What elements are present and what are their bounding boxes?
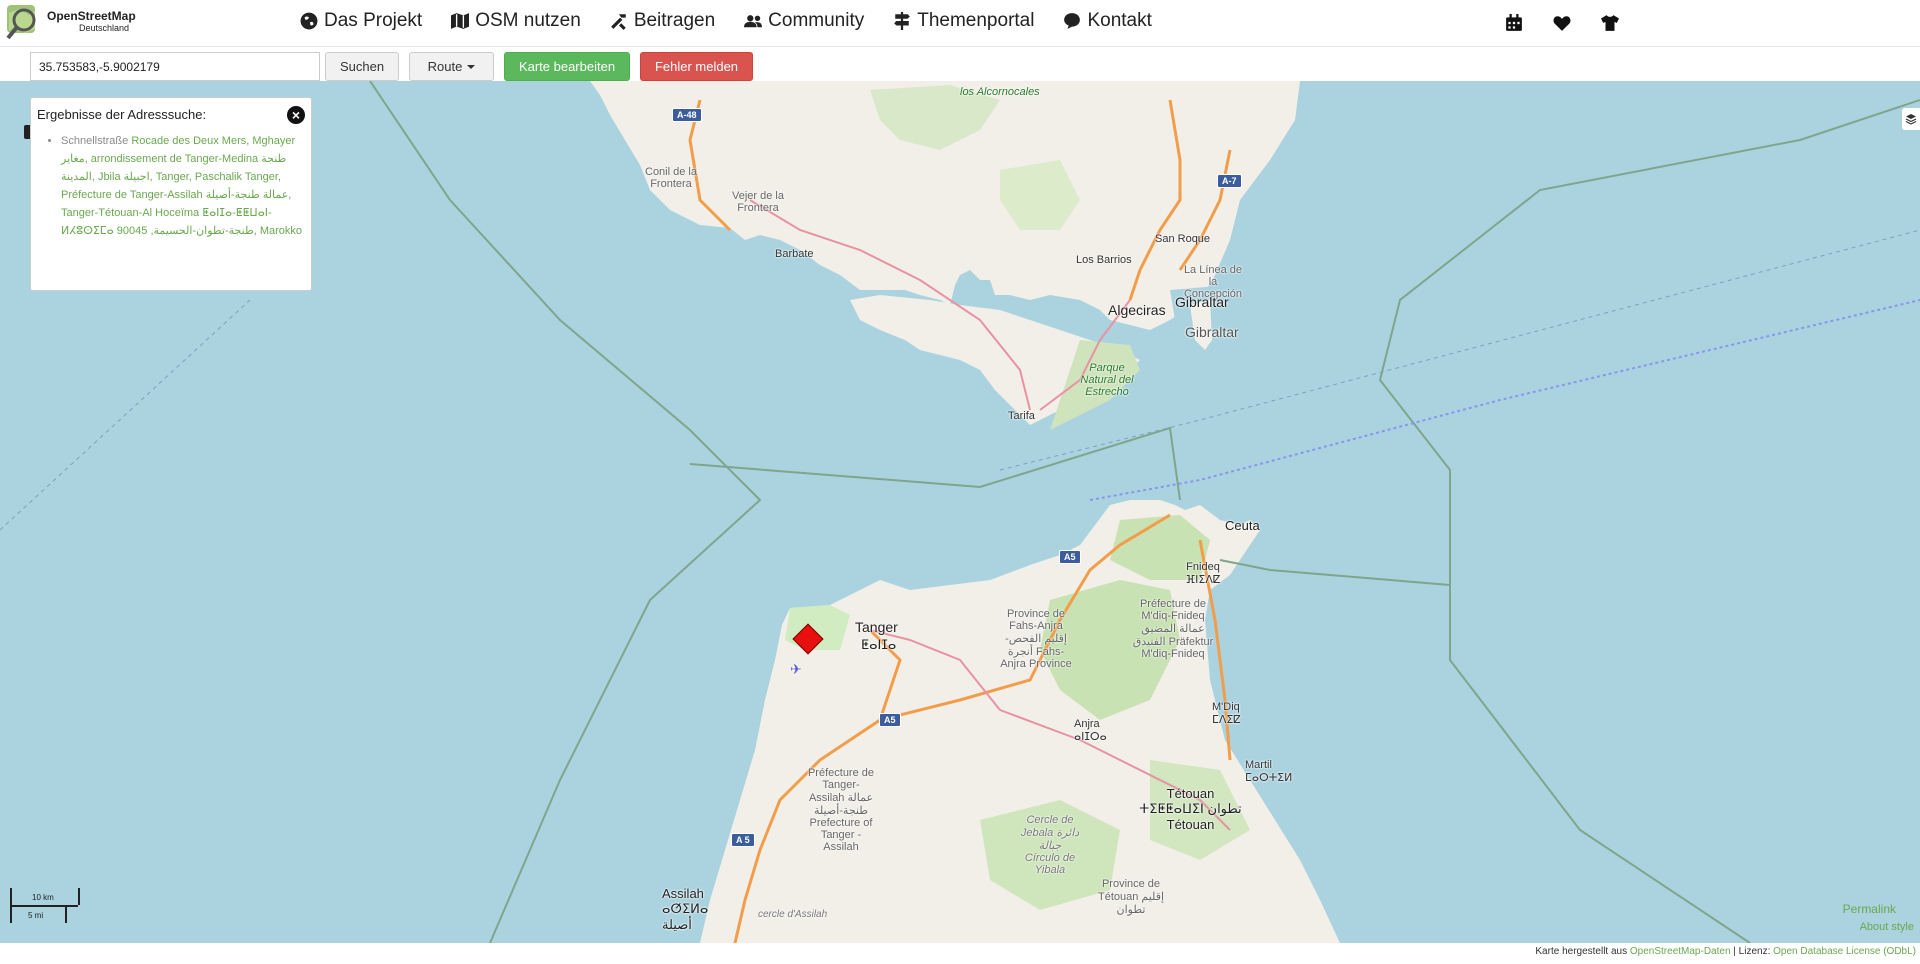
- search-input[interactable]: [30, 52, 320, 81]
- calendar-icon[interactable]: [1505, 14, 1523, 37]
- map-label-assilah: Assilah ⴰⵚⵉⵍⴰ أصيلة: [662, 886, 709, 932]
- nav-das-projekt[interactable]: Das Projekt: [300, 10, 422, 32]
- globe-icon: [300, 12, 318, 30]
- heart-icon[interactable]: [1553, 14, 1571, 37]
- permalink-link[interactable]: Permalink: [1843, 902, 1896, 916]
- map-label-tetouan: Tétouan ⵜⵉⵟⵟⴰⵡⵉⵏ تطوان Tétouan: [1139, 786, 1242, 832]
- map-label-prefecture-tanger: Préfecture de Tanger-Assilah عمالة طنجة-…: [807, 767, 875, 853]
- nav-community[interactable]: Community: [744, 10, 864, 32]
- search-results-panel: Ergebnisse der Adresssuche: × Schnellstr…: [30, 97, 312, 291]
- layers-icon[interactable]: [1902, 108, 1920, 130]
- map-label-fnideq: Fnideq ⴼⵏⵉⴷⵇ: [1185, 561, 1221, 586]
- results-list: Schnellstraße Rocade des Deux Mers, Mgha…: [37, 132, 305, 240]
- about-style-link[interactable]: About style: [1860, 921, 1914, 933]
- report-error-button[interactable]: Fehler melden: [640, 52, 753, 81]
- right-icons: [1505, 14, 1619, 37]
- map-label-cercle-assilah: cercle d'Assilah: [758, 909, 828, 920]
- search-bar: Suchen Route Karte bearbeiten Fehler mel…: [0, 47, 1920, 81]
- route-label: Route: [427, 59, 463, 74]
- close-icon[interactable]: ×: [287, 106, 305, 124]
- map-label-tanger: Tanger: [855, 619, 898, 635]
- nav-kontakt[interactable]: Kontakt: [1063, 10, 1152, 32]
- map-label-tanger-tifinagh: ⵟⴰⵏⵊⴰ: [861, 637, 897, 652]
- road-shield-a5-middle: A5: [879, 713, 901, 727]
- result-type: Schnellstraße: [61, 135, 132, 147]
- nav-label: Community: [768, 10, 865, 31]
- nav-osm-nutzen[interactable]: OSM nutzen: [451, 10, 581, 32]
- edit-map-button[interactable]: Karte bearbeiten: [504, 52, 630, 81]
- map-label-martil: Martil ⵎⴰⵔⵜⵉⵍ: [1245, 759, 1293, 784]
- map-label-conil: Conil de la Frontera: [645, 166, 697, 190]
- map-label-mdiq: M'Diq ⵎⴷⵉⵇ: [1212, 701, 1241, 726]
- route-dropdown-button[interactable]: Route: [409, 52, 494, 81]
- map-label-gibraltar: Gibraltar: [1175, 294, 1229, 310]
- scale-km-label: 10 km: [32, 893, 54, 902]
- road-shield-a5-south: A 5: [731, 833, 755, 847]
- osm-data-link[interactable]: OpenStreetMap-Daten: [1630, 946, 1731, 957]
- nav-label: Beitragen: [633, 10, 716, 31]
- map-label-los-barrios: Los Barrios: [1076, 254, 1132, 266]
- main-nav: Das Projekt OSM nutzen Beitragen Communi…: [300, 10, 1181, 32]
- caret-down-icon: [467, 64, 476, 69]
- map-label-parque: Parque Natural del Estrecho: [1080, 362, 1134, 398]
- nav-label: Themenportal: [917, 10, 1035, 31]
- results-title: Ergebnisse der Adresssuche:: [37, 107, 207, 122]
- chat-icon: [1064, 13, 1081, 29]
- road-shield-a7: A-7: [1217, 174, 1242, 188]
- map-label-san-roque: San Roque: [1155, 233, 1211, 245]
- users-icon: [744, 15, 763, 28]
- footer-text-2: | Lizenz:: [1730, 946, 1774, 957]
- nav-themenportal[interactable]: Themenportal: [893, 10, 1034, 32]
- attribution-footer: Karte hergestellt aus OpenStreetMap-Date…: [0, 943, 1920, 964]
- scale-bar: 10 km 5 mi: [10, 888, 80, 928]
- map-label-anjra: Anjra ⴰⵏⵊⵔⴰ: [1074, 718, 1107, 743]
- map-label-vejer: Vejer de la Frontera: [732, 190, 784, 214]
- map-label-tarifa: Tarifa: [1008, 410, 1035, 422]
- nav-label: Das Projekt: [324, 10, 423, 31]
- airport-icon: ✈: [790, 661, 802, 677]
- odbl-license-link[interactable]: Open Database License (ODbL): [1773, 946, 1916, 957]
- search-button[interactable]: Suchen: [325, 52, 399, 81]
- logo-subtitle: Deutschland: [79, 23, 130, 33]
- map-label-cercle-jebala: Cercle de Jebala دائرة جبالة Círculo de …: [1020, 814, 1080, 876]
- nav-beitragen[interactable]: Beitragen: [610, 10, 715, 32]
- nav-label: Kontakt: [1087, 10, 1152, 31]
- logo-title: OpenStreetMap: [47, 9, 136, 23]
- map-label-gibraltar-territory: Gibraltar: [1185, 324, 1239, 340]
- map-label-ceuta: Ceuta: [1225, 518, 1260, 533]
- footer-text-1: Karte hergestellt aus: [1535, 946, 1630, 957]
- map-label-algeciras: Algeciras: [1108, 302, 1166, 318]
- map-label-alcornocales: los Alcornocales: [960, 86, 1040, 98]
- osm-logo[interactable]: OpenStreetMap Deutschland: [5, 3, 136, 41]
- signpost-icon: [894, 12, 911, 30]
- map-label-barbate: Barbate: [775, 248, 814, 260]
- road-shield-a48: A-48: [672, 108, 702, 122]
- top-navigation-bar: OpenStreetMap Deutschland Das Projekt OS…: [0, 0, 1920, 47]
- road-shield-a5-north: A5: [1059, 550, 1081, 564]
- nav-label: OSM nutzen: [475, 10, 581, 31]
- tools-icon: [610, 14, 626, 30]
- tshirt-icon[interactable]: [1601, 14, 1619, 37]
- map-label-province-tetouan: Province de Tétouan إقليم تطوان: [1097, 878, 1165, 916]
- magnifier-map-icon: [5, 3, 43, 41]
- result-address-link[interactable]: Rocade des Deux Mers, Mghayer مغاير, arr…: [61, 135, 302, 237]
- map-icon: [451, 13, 470, 29]
- scale-mi-label: 5 mi: [28, 911, 44, 920]
- map-label-prefecture-mdiq: Préfecture de M'diq-Fnideq عمالة المضيق …: [1132, 598, 1214, 660]
- map-label-province-fahs: Province de Fahs-Anjra إقليم الفحص-أنجرة…: [1000, 608, 1072, 670]
- result-item[interactable]: Schnellstraße Rocade des Deux Mers, Mgha…: [61, 132, 305, 240]
